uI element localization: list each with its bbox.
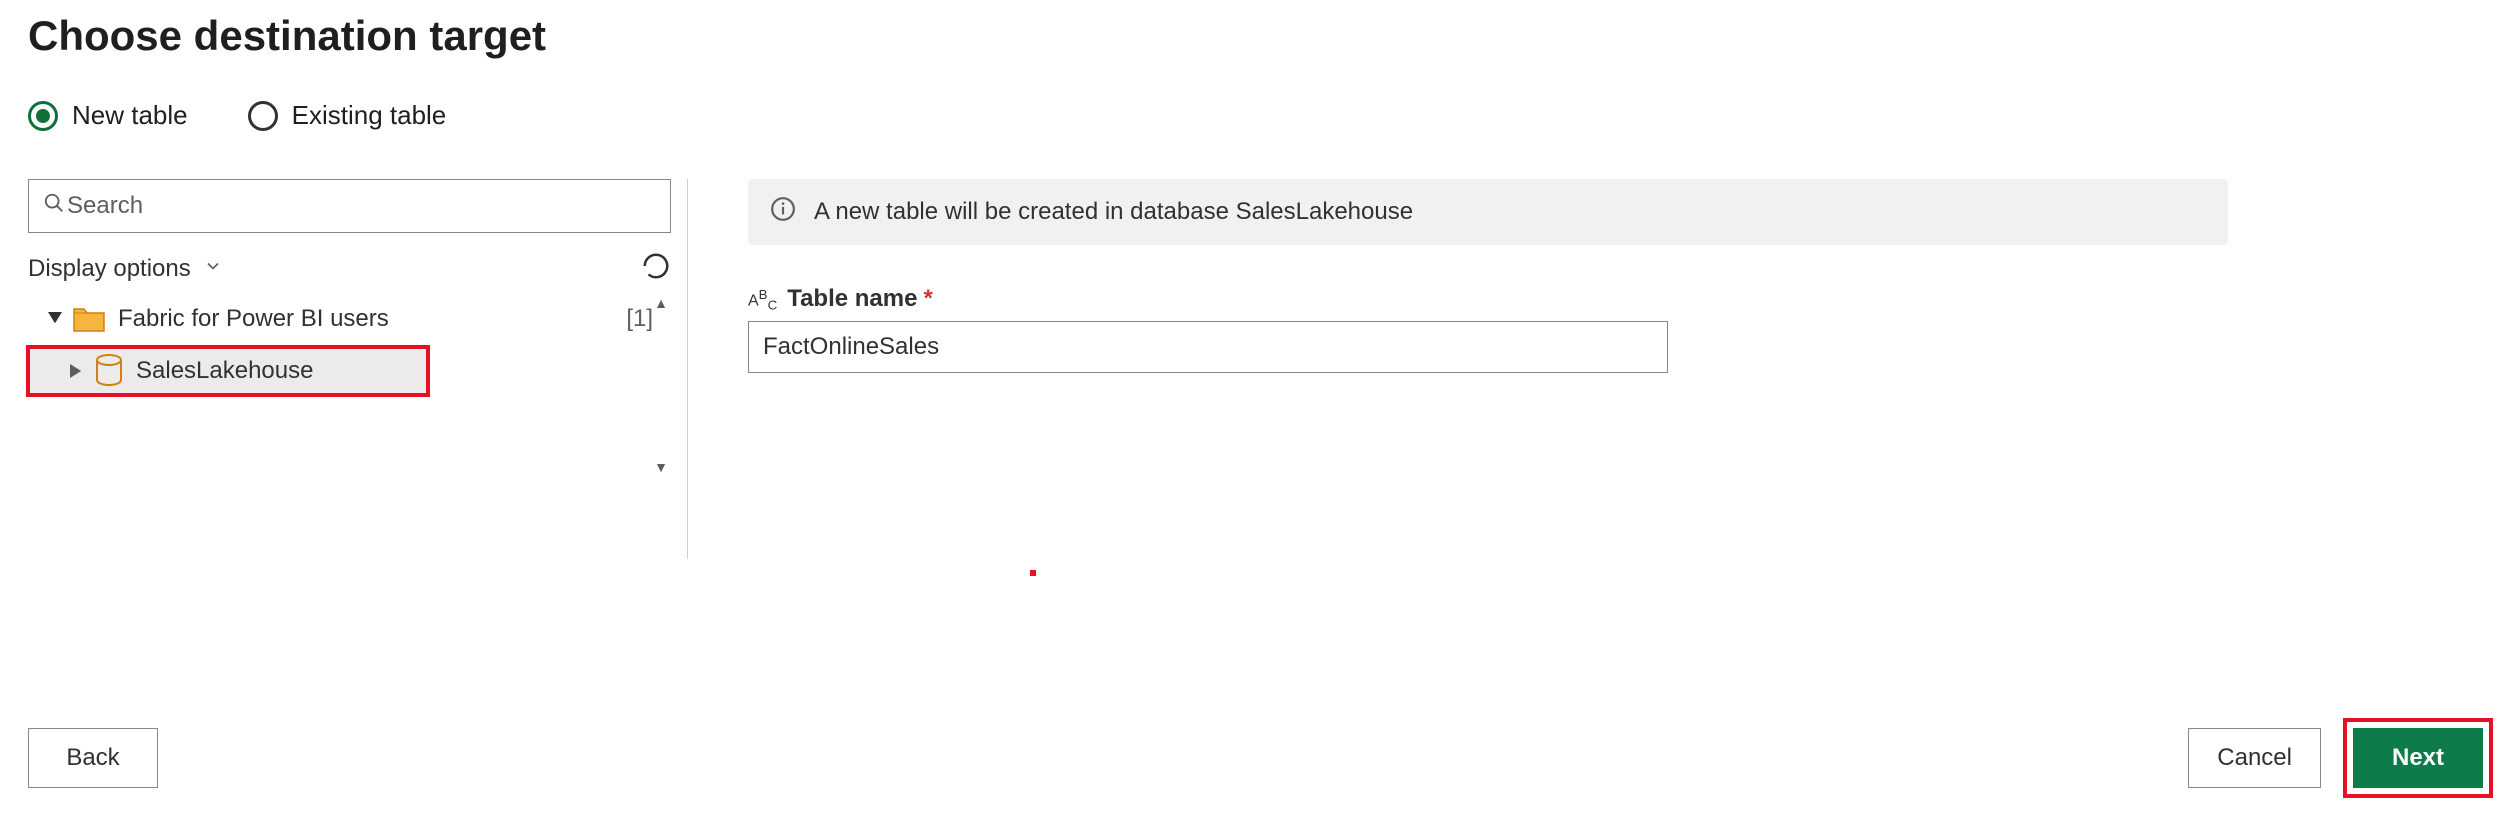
radio-circle-icon xyxy=(248,101,278,131)
scroll-down-icon: ▼ xyxy=(654,459,668,475)
database-icon xyxy=(94,354,124,388)
expand-triangle-icon xyxy=(68,364,86,378)
display-options-dropdown[interactable]: Display options xyxy=(28,255,223,283)
tree-scrollbar[interactable]: ▲ ▼ xyxy=(651,295,671,475)
table-name-input[interactable] xyxy=(748,321,1668,373)
radio-existing-table-label: Existing table xyxy=(292,100,447,131)
highlight-dot-icon xyxy=(1030,570,1036,576)
table-name-label: Table name* xyxy=(787,285,933,313)
next-button-highlight: Next xyxy=(2347,722,2489,794)
next-button[interactable]: Next xyxy=(2353,728,2483,788)
search-box[interactable] xyxy=(28,179,671,233)
radio-new-table-label: New table xyxy=(72,100,188,131)
radio-new-table[interactable]: New table xyxy=(28,100,188,131)
back-button[interactable]: Back xyxy=(28,728,158,788)
destination-tree: Fabric for Power BI users [1] SalesLakeh… xyxy=(28,295,671,559)
chevron-down-icon xyxy=(203,255,223,283)
tree-folder-row[interactable]: Fabric for Power BI users [1] xyxy=(28,295,671,343)
text-type-icon: ABC xyxy=(748,288,777,313)
cancel-button[interactable]: Cancel xyxy=(2188,728,2321,788)
display-options-label: Display options xyxy=(28,255,191,283)
info-bar: A new table will be created in database … xyxy=(748,179,2228,245)
tree-item-saleslakehouse[interactable]: SalesLakehouse xyxy=(28,347,428,395)
scroll-up-icon: ▲ xyxy=(654,295,668,311)
info-icon xyxy=(770,196,796,228)
footer-bar: Back Cancel Next xyxy=(28,722,2489,794)
folder-icon xyxy=(72,305,106,333)
refresh-icon[interactable] xyxy=(641,251,671,287)
radio-dot-icon xyxy=(28,101,58,131)
search-icon xyxy=(43,192,65,220)
page-title: Choose destination target xyxy=(28,12,2489,60)
radio-existing-table[interactable]: Existing table xyxy=(248,100,447,131)
destination-radio-group: New table Existing table xyxy=(28,100,2489,131)
tree-item-label: SalesLakehouse xyxy=(132,357,428,385)
collapse-triangle-icon xyxy=(46,312,64,326)
info-text: A new table will be created in database … xyxy=(814,198,1413,226)
search-input[interactable] xyxy=(65,191,656,221)
tree-folder-label: Fabric for Power BI users xyxy=(114,305,618,333)
